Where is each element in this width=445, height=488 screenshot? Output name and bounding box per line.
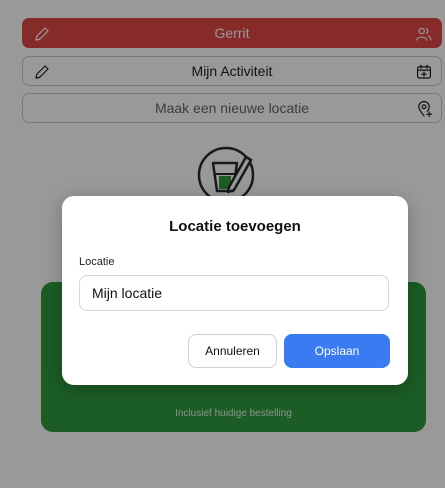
app-screen: Gerrit Mijn Activiteit Maak een nieuwe l…	[0, 0, 445, 488]
dialog-title: Locatie toevoegen	[169, 218, 301, 235]
add-location-dialog: Locatie toevoegen Locatie Annuleren Opsl…	[62, 196, 408, 385]
location-field-label: Locatie	[79, 256, 115, 268]
cancel-button[interactable]: Annuleren	[188, 334, 277, 368]
location-input[interactable]	[79, 275, 389, 311]
save-button[interactable]: Opslaan	[284, 334, 390, 368]
